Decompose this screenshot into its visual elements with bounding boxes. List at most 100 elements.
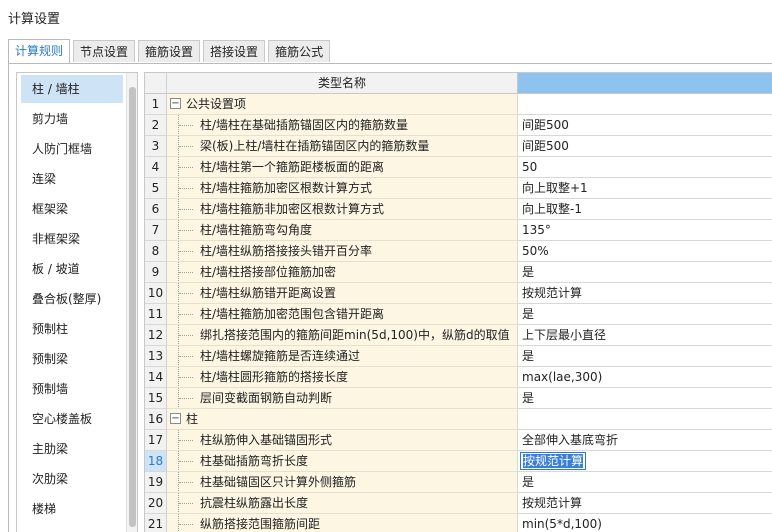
tab-0[interactable]: 计算规则 — [8, 39, 71, 63]
column-header-value[interactable] — [518, 73, 772, 93]
table-row[interactable]: 19 柱基础锚固区只计算外侧箍筋 是 — [145, 472, 772, 493]
table-row[interactable]: 11 柱/墙柱箍筋加密范围包含错开距离 是 — [145, 304, 772, 325]
sidebar-item[interactable]: 主肋梁 — [21, 435, 123, 463]
row-number[interactable]: 14 — [145, 367, 167, 388]
setting-value-cell[interactable]: 按规范计算 — [518, 493, 772, 514]
collapse-toggle-icon[interactable]: − — [170, 413, 181, 424]
table-row[interactable]: 12 绑扎搭接范围内的箍筋间距min(5d,100)中，纵筋d的取值 上下层最小直径 — [145, 325, 772, 346]
setting-value-cell[interactable]: 间距500 — [518, 115, 772, 136]
row-number[interactable]: 5 — [145, 178, 167, 199]
row-number[interactable]: 15 — [145, 388, 167, 409]
table-row[interactable]: 8 柱/墙柱纵筋搭接接头错开百分率 50% — [145, 241, 772, 262]
setting-value-cell[interactable] — [518, 409, 772, 430]
sidebar-item[interactable]: 预制梁 — [21, 345, 123, 373]
sidebar-item[interactable]: 预制墙 — [21, 375, 123, 403]
row-number[interactable]: 9 — [145, 262, 167, 283]
sidebar-item[interactable]: 楼梯 — [21, 495, 123, 523]
setting-value-cell[interactable]: 50% — [518, 241, 772, 262]
setting-name-text: 公共设置项 — [186, 97, 247, 111]
row-number[interactable]: 2 — [145, 115, 167, 136]
setting-value-cell[interactable]: 全部伸入基底弯折 — [518, 430, 772, 451]
table-row[interactable]: 16− 柱 — [145, 409, 772, 430]
setting-value-cell[interactable]: 向上取整-1 — [518, 199, 772, 220]
row-number[interactable]: 20 — [145, 493, 167, 514]
column-header-name[interactable]: 类型名称 — [167, 73, 518, 93]
setting-value-cell[interactable] — [518, 94, 772, 115]
tree-branch-icon — [179, 209, 193, 211]
tree-branch-icon — [179, 356, 193, 358]
table-row[interactable]: 18 柱基础插筋弯折长度 按规范计算 — [145, 451, 772, 472]
setting-value-cell[interactable]: 间距500 — [518, 136, 772, 157]
row-number[interactable]: 10 — [145, 283, 167, 304]
row-number[interactable]: 11 — [145, 304, 167, 325]
row-number[interactable]: 12 — [145, 325, 167, 346]
sidebar-scroll-thumb[interactable] — [129, 87, 136, 527]
setting-value-cell[interactable]: 135° — [518, 220, 772, 241]
row-number[interactable]: 18 — [145, 451, 167, 472]
setting-name-cell: 柱/墙柱在基础插筋锚固区内的箍筋数量 — [167, 115, 518, 136]
row-number[interactable]: 3 — [145, 136, 167, 157]
sidebar-item[interactable]: 非框架梁 — [21, 225, 123, 253]
sidebar-scrollbar[interactable] — [126, 73, 137, 532]
setting-name-text: 绑扎搭接范围内的箍筋间距min(5d,100)中，纵筋d的取值 — [200, 328, 510, 342]
setting-value-cell[interactable]: 上下层最小直径 — [518, 325, 772, 346]
row-number[interactable]: 16 — [145, 409, 167, 430]
row-number[interactable]: 8 — [145, 241, 167, 262]
setting-value-cell[interactable]: 是 — [518, 262, 772, 283]
table-row[interactable]: 13 柱/墙柱螺旋箍筋是否连续通过 是 — [145, 346, 772, 367]
table-row[interactable]: 3 梁(板)上柱/墙柱在插筋锚固区内的箍筋数量 间距500 — [145, 136, 772, 157]
table-row[interactable]: 1− 公共设置项 — [145, 94, 772, 115]
row-number[interactable]: 7 — [145, 220, 167, 241]
setting-value-cell[interactable]: max(lae,300) — [518, 367, 772, 388]
sidebar-item[interactable]: 连梁 — [21, 165, 123, 193]
sidebar-item[interactable]: 叠合板(整厚) — [21, 285, 123, 313]
table-row[interactable]: 7 柱/墙柱箍筋弯勾角度 135° — [145, 220, 772, 241]
sidebar-item[interactable]: 次肋梁 — [21, 465, 123, 493]
row-number[interactable]: 13 — [145, 346, 167, 367]
table-row[interactable]: 21 纵筋搭接范围箍筋间距 min(5*d,100) — [145, 514, 772, 532]
table-row[interactable]: 14 柱/墙柱圆形箍筋的搭接长度 max(lae,300) — [145, 367, 772, 388]
table-row[interactable]: 20 抗震柱纵筋露出长度 按规范计算 — [145, 493, 772, 514]
setting-value-cell[interactable]: 按规范计算 — [518, 283, 772, 304]
setting-value-cell[interactable]: min(5*d,100) — [518, 514, 772, 532]
setting-value-cell[interactable]: 按规范计算 — [518, 451, 772, 472]
tab-4[interactable]: 箍筋公式 — [268, 40, 331, 62]
table-row[interactable]: 5 柱/墙柱箍筋加密区根数计算方式 向上取整+1 — [145, 178, 772, 199]
setting-value-cell[interactable]: 50 — [518, 157, 772, 178]
sidebar-item[interactable]: 预制柱 — [21, 315, 123, 343]
setting-name-text: 柱/墙柱纵筋搭接接头错开百分率 — [200, 244, 373, 258]
tab-1[interactable]: 节点设置 — [73, 40, 136, 62]
sidebar-item[interactable]: 空心楼盖板 — [21, 405, 123, 433]
sidebar-item[interactable]: 柱 / 墙柱 — [21, 75, 123, 103]
table-row[interactable]: 2 柱/墙柱在基础插筋锚固区内的箍筋数量 间距500 — [145, 115, 772, 136]
table-row[interactable]: 10 柱/墙柱纵筋错开距离设置 按规范计算 — [145, 283, 772, 304]
value-edit-input[interactable]: 按规范计算 — [520, 452, 587, 470]
table-row[interactable]: 4 柱/墙柱第一个箍筋距楼板面的距离 50 — [145, 157, 772, 178]
table-row[interactable]: 15 层间变截面钢筋自动判断 是 — [145, 388, 772, 409]
sidebar-item[interactable]: 人防门框墙 — [21, 135, 123, 163]
setting-value-cell[interactable]: 是 — [518, 346, 772, 367]
tab-3[interactable]: 搭接设置 — [203, 40, 266, 62]
row-number[interactable]: 6 — [145, 199, 167, 220]
row-number[interactable]: 17 — [145, 430, 167, 451]
row-number[interactable]: 21 — [145, 514, 167, 532]
tab-2[interactable]: 箍筋设置 — [138, 40, 201, 62]
setting-value-cell[interactable]: 向上取整+1 — [518, 178, 772, 199]
table-row[interactable]: 9 柱/墙柱搭接部位箍筋加密 是 — [145, 262, 772, 283]
table-row[interactable]: 17 柱纵筋伸入基础锚固形式 全部伸入基底弯折 — [145, 430, 772, 451]
selected-value-text: 按规范计算 — [523, 454, 584, 468]
table-row[interactable]: 6 柱/墙柱箍筋非加密区根数计算方式 向上取整-1 — [145, 199, 772, 220]
row-number[interactable]: 4 — [145, 157, 167, 178]
tree-branch-icon — [179, 377, 193, 379]
setting-value-cell[interactable]: 是 — [518, 304, 772, 325]
setting-value-cell[interactable]: 是 — [518, 388, 772, 409]
sidebar-item[interactable]: 板 / 坡道 — [21, 255, 123, 283]
setting-name-cell: 柱/墙柱箍筋加密范围包含错开距离 — [167, 304, 518, 325]
row-number[interactable]: 19 — [145, 472, 167, 493]
sidebar-item[interactable]: 剪力墙 — [21, 105, 123, 133]
collapse-toggle-icon[interactable]: − — [170, 98, 181, 109]
setting-value-cell[interactable]: 是 — [518, 472, 772, 493]
row-number[interactable]: 1 — [145, 94, 167, 115]
window-title: 计算设置 — [8, 12, 61, 27]
sidebar-item[interactable]: 框架梁 — [21, 195, 123, 223]
